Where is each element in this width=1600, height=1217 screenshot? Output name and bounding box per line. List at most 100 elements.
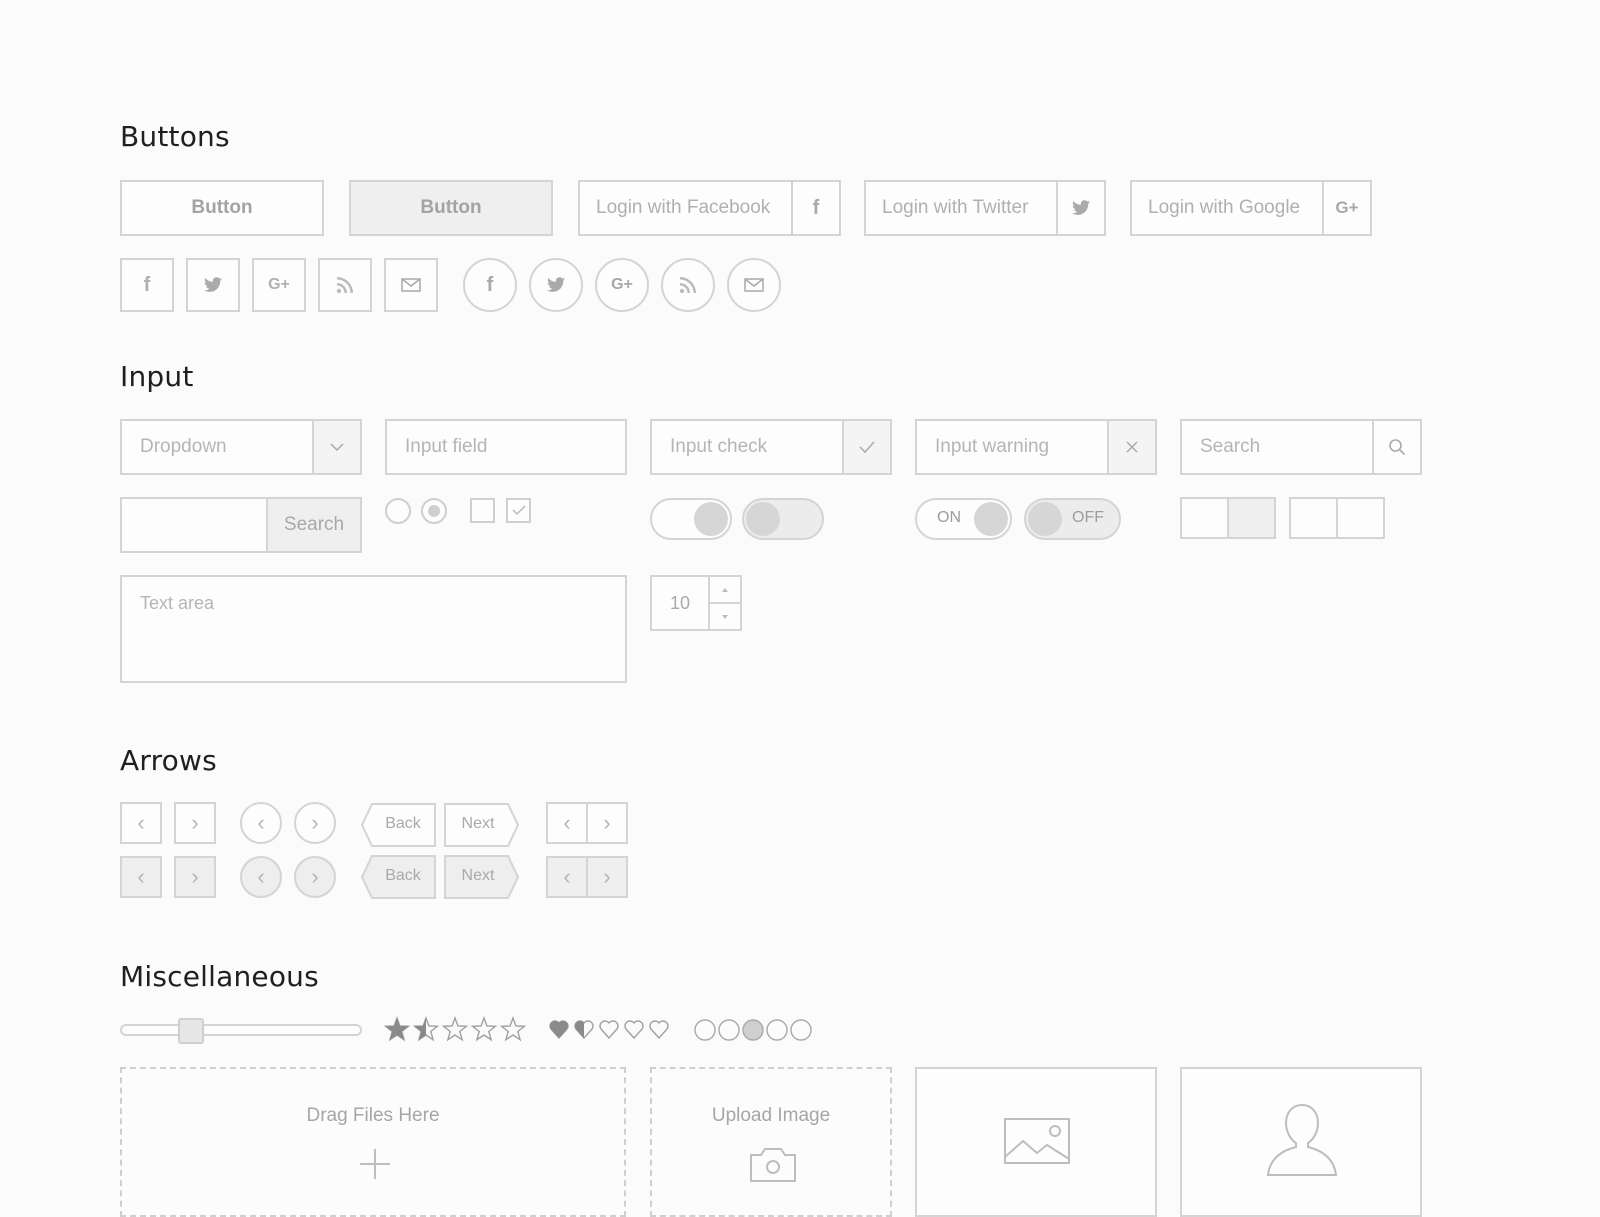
rss-icon [336,277,353,294]
prev-circle-button[interactable]: ‹ [240,802,282,844]
text-area-placeholder: Text area [140,593,215,613]
chevron-down-icon[interactable] [312,421,360,473]
image-placeholder [915,1067,1157,1217]
toggle-on-label: ON [937,509,961,526]
segment-left[interactable] [1291,499,1336,537]
star-icon[interactable] [441,1016,469,1042]
default-button[interactable]: Button [120,180,324,236]
next-circle-button[interactable]: › [294,802,336,844]
email-circle-button[interactable] [727,258,781,312]
facebook-circle-button[interactable]: f [463,258,517,312]
page-dot-active[interactable] [742,1019,764,1041]
slider-thumb[interactable] [178,1018,205,1044]
checkbox-checked[interactable] [506,498,531,523]
text-area[interactable]: Text area [120,575,627,683]
segment-right-selected[interactable] [1227,499,1274,537]
google-plus-icon: G+ [268,276,290,293]
pagination-dots[interactable] [694,1018,816,1042]
number-stepper[interactable]: 10 [650,575,742,631]
facebook-icon: f [143,273,151,296]
dropdown-select[interactable]: Dropdown [120,419,362,475]
checkbox-unchecked[interactable] [470,498,495,523]
caret-up-icon[interactable] [710,577,740,604]
rss-square-button[interactable] [318,258,372,312]
prev-arrow-button-active[interactable]: ‹ [120,856,162,898]
next-arrow-button-active[interactable]: › [174,856,216,898]
login-twitter-button[interactable]: Login with Twitter [864,180,1106,236]
toggle-labeled-off[interactable]: OFF [1024,498,1121,540]
chevron-right-icon[interactable]: › [586,858,626,896]
login-twitter-label: Login with Twitter [866,182,1058,234]
heart-icon[interactable] [624,1020,644,1040]
radio-checked[interactable] [421,498,447,524]
email-square-button[interactable] [384,258,438,312]
google-plus-square-button[interactable]: G+ [252,258,306,312]
pager-arrows: ‹ › [546,802,628,844]
chevron-left-icon: ‹ [257,810,265,835]
rss-circle-button[interactable] [661,258,715,312]
envelope-icon [744,278,764,292]
upload-image-dropzone[interactable]: Upload Image [650,1067,892,1217]
text-input-field[interactable]: Input field [385,419,627,475]
drag-files-label: Drag Files Here [306,1105,440,1126]
login-facebook-button[interactable]: Login with Facebook f [578,180,841,236]
next-arrow-button[interactable]: › [174,802,216,844]
segment-right[interactable] [1336,499,1383,537]
toggle-switch-on[interactable] [650,498,732,540]
toggle-knob [746,502,780,536]
star-rating[interactable] [383,1016,529,1044]
search-button[interactable]: Search [266,499,360,551]
prev-arrow-button[interactable]: ‹ [120,802,162,844]
chevron-left-icon: ‹ [257,864,265,889]
slider-track[interactable] [120,1024,362,1036]
next-label: Next [461,815,495,832]
page-dot[interactable] [694,1019,716,1041]
toggle-knob [694,502,728,536]
heart-rating[interactable] [548,1018,674,1042]
twitter-square-button[interactable] [186,258,240,312]
toggle-switch-off[interactable] [742,498,824,540]
next-circle-button-active[interactable]: › [294,856,336,898]
twitter-circle-button[interactable] [529,258,583,312]
google-plus-icon: G+ [1335,198,1359,217]
chevron-left-icon[interactable]: ‹ [548,858,586,896]
input-check-field[interactable]: Input check [650,419,892,475]
search-input[interactable]: Search [1180,419,1422,475]
caret-down-icon[interactable] [710,604,740,629]
google-plus-circle-button[interactable]: G+ [595,258,649,312]
facebook-icon: f [486,273,494,296]
chevron-right-icon: › [191,810,199,835]
star-icon[interactable] [470,1016,498,1042]
button-label: Button [191,197,253,218]
login-google-label: Login with Google [1132,182,1324,234]
search-box-input[interactable] [122,499,266,551]
chevron-left-icon[interactable]: ‹ [548,804,586,842]
heart-icon[interactable] [599,1020,619,1040]
page-dot[interactable] [790,1019,812,1041]
input-warning-field[interactable]: Input warning [915,419,1157,475]
drag-files-dropzone[interactable]: Drag Files Here [120,1067,626,1217]
toggle-labeled-on[interactable]: ON [915,498,1012,540]
segment-left[interactable] [1182,499,1227,537]
avatar-placeholder [1180,1067,1422,1217]
facebook-square-button[interactable]: f [120,258,174,312]
star-icon[interactable] [499,1016,527,1042]
heart-icon[interactable] [649,1020,669,1040]
page-dot[interactable] [718,1019,740,1041]
page-dot[interactable] [766,1019,788,1041]
prev-circle-button-active[interactable]: ‹ [240,856,282,898]
pressed-button[interactable]: Button [349,180,553,236]
close-icon[interactable] [1107,421,1155,473]
chevron-right-icon[interactable]: › [586,804,626,842]
twitter-icon [1058,182,1104,234]
heart-filled-icon [550,1021,568,1038]
radio-unchecked[interactable] [385,498,411,524]
back-label: Back [385,815,421,832]
login-google-button[interactable]: Login with Google G+ [1130,180,1372,236]
search-icon[interactable] [1372,421,1420,473]
radio-dot [428,505,440,517]
checkmark-icon [842,421,890,473]
section-title-buttons: Buttons [120,120,230,153]
chevron-right-icon: › [311,810,319,835]
upload-image-label: Upload Image [711,1105,831,1126]
